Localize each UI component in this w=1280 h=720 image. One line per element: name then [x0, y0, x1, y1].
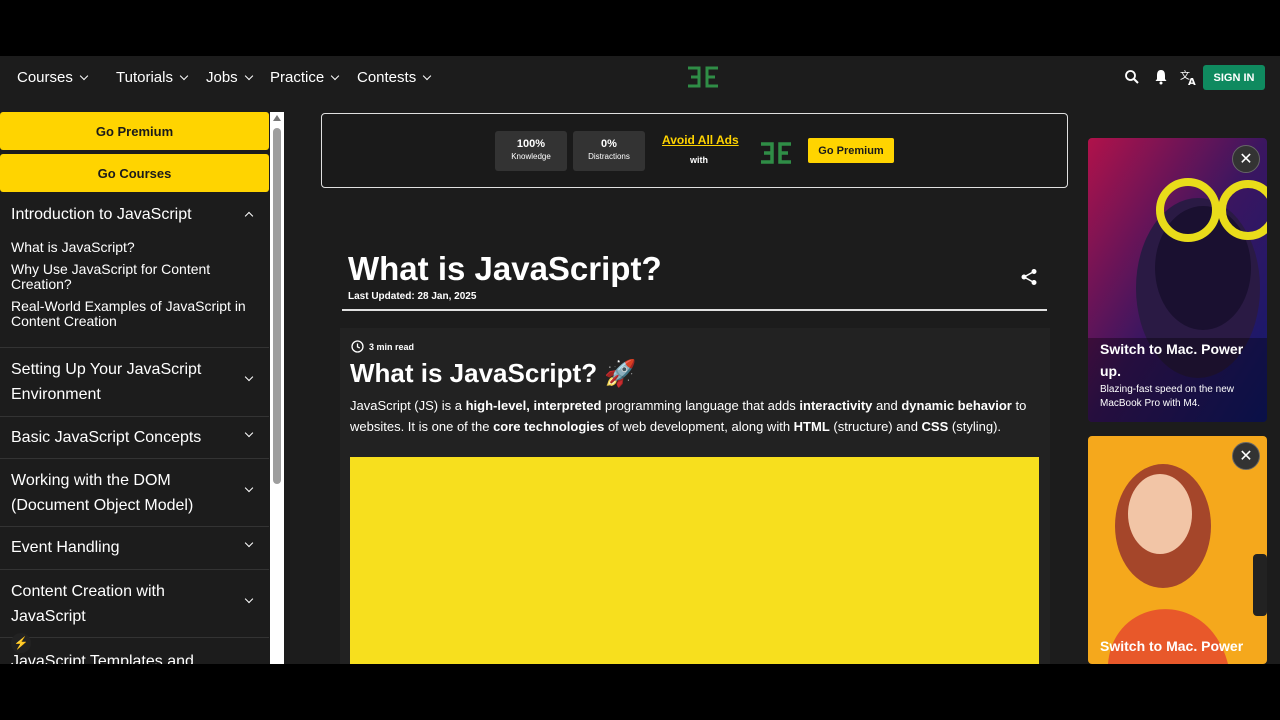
- nav-tutorials[interactable]: Tutorials: [116, 69, 189, 86]
- sidebar-section-title: Working with the DOM (Document Object Mo…: [11, 472, 194, 514]
- bold-run: interactivity: [799, 398, 873, 413]
- sidebar-section-title: Basic JavaScript Concepts: [11, 429, 202, 446]
- go-premium-button[interactable]: Go Premium: [0, 112, 269, 150]
- sidebar-section-title: JavaScript Templates and: [11, 653, 194, 664]
- sidebar-item-real-world-examples[interactable]: Real-World Examples of JavaScript in Con…: [11, 299, 256, 329]
- chevron-down-icon: [244, 538, 254, 548]
- stat-label: Distractions: [588, 152, 630, 161]
- banner-go-premium-button[interactable]: Go Premium: [808, 138, 894, 163]
- browser-viewport: Courses Tutorials Jobs Practice Contests…: [0, 56, 1280, 664]
- sidebar-section-basics[interactable]: Basic JavaScript Concepts: [0, 417, 269, 459]
- nav-courses[interactable]: Courses: [17, 69, 89, 86]
- chevron-down-icon: [422, 71, 432, 80]
- article-heading: What is JavaScript? 🚀: [350, 358, 637, 388]
- last-updated: Last Updated: 28 Jan, 2025: [348, 291, 477, 302]
- svg-text:A: A: [1188, 77, 1196, 86]
- text-run: programming language that adds: [601, 398, 800, 413]
- chevron-down-icon: [244, 594, 254, 604]
- with-label: with: [690, 155, 708, 165]
- sidebar-section-setup[interactable]: Setting Up Your JavaScript Environment: [0, 348, 269, 417]
- nav-practice[interactable]: Practice: [270, 69, 340, 86]
- read-time-label: 3 min read: [369, 341, 415, 352]
- site-logo[interactable]: [685, 65, 721, 89]
- bold-run: high-level, interpreted: [465, 398, 602, 413]
- text-run: JavaScript (JS) is a: [350, 398, 466, 413]
- ad-photo-woman-pointing: [1088, 436, 1267, 664]
- article-intro-paragraph: JavaScript (JS) is a high-level, interpr…: [350, 395, 1040, 437]
- ad-heading: Switch to Mac. Power: [1100, 638, 1244, 654]
- sidebar-item-what-is-javascript[interactable]: What is JavaScript?: [11, 240, 256, 255]
- ad-heading: Switch to Mac. Power up.: [1100, 341, 1244, 379]
- nav-contests[interactable]: Contests: [357, 69, 432, 86]
- text-run: of web development, along with: [604, 419, 794, 434]
- stat-label: Knowledge: [511, 152, 551, 161]
- chevron-down-icon: [244, 71, 253, 80]
- tutorial-sidebar: Go Premium Go Courses Introduction to Ja…: [0, 112, 270, 664]
- sidebar-section-title: Introduction to JavaScript: [11, 206, 192, 223]
- chevron-up-icon: [244, 211, 254, 221]
- avoid-ads-link[interactable]: Avoid All Ads: [662, 133, 739, 147]
- chevron-down-icon: [179, 71, 189, 80]
- go-courses-button[interactable]: Go Courses: [0, 154, 269, 192]
- bold-run: HTML: [793, 419, 830, 434]
- sidebar-section-title: Event Handling: [11, 539, 120, 556]
- knowledge-stat: 100% Knowledge: [495, 131, 567, 171]
- text-run: (styling).: [948, 419, 1002, 434]
- page-title: What is JavaScript?: [348, 250, 662, 287]
- sidebar-section-title: Content Creation with JavaScript: [11, 583, 165, 625]
- nav-practice-label: Practice: [270, 69, 325, 86]
- sidebar-section-dom[interactable]: Working with the DOM (Document Object Mo…: [0, 459, 269, 527]
- premium-ad-banner: 100% Knowledge 0% Distractions Avoid All…: [321, 113, 1068, 188]
- read-time: 3 min read: [351, 340, 414, 353]
- clock-icon: [351, 340, 364, 353]
- chevron-down-icon: [79, 71, 89, 80]
- side-ad-1[interactable]: ✕ Switch to Mac. Power up. Blazing-fast …: [1088, 138, 1267, 422]
- close-ad-icon[interactable]: ✕: [1232, 145, 1260, 173]
- bold-run: core technologies: [493, 419, 605, 434]
- stat-value: 0%: [601, 138, 617, 150]
- translate-icon[interactable]: 文 A: [1180, 68, 1198, 86]
- bell-icon[interactable]: [1152, 68, 1170, 86]
- sidebar-section-templates[interactable]: JavaScript Templates and: [0, 638, 269, 664]
- lightning-icon[interactable]: ⚡: [11, 633, 31, 653]
- nav-contests-label: Contests: [357, 69, 417, 86]
- text-run: and: [872, 398, 902, 413]
- chevron-down-icon: [244, 372, 254, 382]
- sidebar-item-why-use-javascript[interactable]: Why Use JavaScript for Content Creation?: [11, 262, 256, 292]
- sidebar-section-events[interactable]: Event Handling: [0, 527, 269, 570]
- nav-courses-label: Courses: [17, 69, 73, 86]
- chevron-down-icon: [244, 483, 254, 493]
- sidebar-section-introduction[interactable]: Introduction to JavaScript What is JavaS…: [0, 198, 269, 348]
- ad-subtext: Blazing-fast speed on the new MacBook Pr…: [1100, 384, 1234, 409]
- scroll-up-arrow-icon[interactable]: [273, 115, 281, 121]
- bold-run: dynamic behavior: [901, 398, 1012, 413]
- nav-jobs[interactable]: Jobs: [206, 69, 253, 86]
- text-run: (structure) and: [829, 419, 922, 434]
- close-ad-icon[interactable]: ✕: [1232, 442, 1260, 470]
- title-divider: [342, 309, 1047, 311]
- side-ad-2[interactable]: ✕ Switch to Mac. Power: [1088, 436, 1267, 664]
- sidebar-scrollbar[interactable]: [270, 112, 284, 664]
- chevron-down-icon: [244, 428, 254, 438]
- top-navbar: Courses Tutorials Jobs Practice Contests…: [0, 56, 1280, 100]
- sidebar-section-content-creation[interactable]: Content Creation with JavaScript: [0, 570, 269, 638]
- nav-jobs-label: Jobs: [206, 69, 238, 86]
- scrollbar-thumb[interactable]: [273, 128, 281, 484]
- chevron-down-icon: [330, 71, 340, 80]
- sign-in-button[interactable]: SIGN IN: [1203, 65, 1265, 90]
- sidebar-section-title: Setting Up Your JavaScript Environment: [11, 361, 202, 403]
- search-icon[interactable]: [1123, 68, 1141, 86]
- banner-logo: [761, 142, 791, 164]
- javascript-banner-image: [350, 457, 1039, 664]
- bold-run: CSS: [921, 419, 949, 434]
- share-icon[interactable]: [1020, 268, 1038, 286]
- nav-tutorials-label: Tutorials: [116, 69, 173, 86]
- distractions-stat: 0% Distractions: [573, 131, 645, 171]
- stat-value: 100%: [516, 138, 546, 150]
